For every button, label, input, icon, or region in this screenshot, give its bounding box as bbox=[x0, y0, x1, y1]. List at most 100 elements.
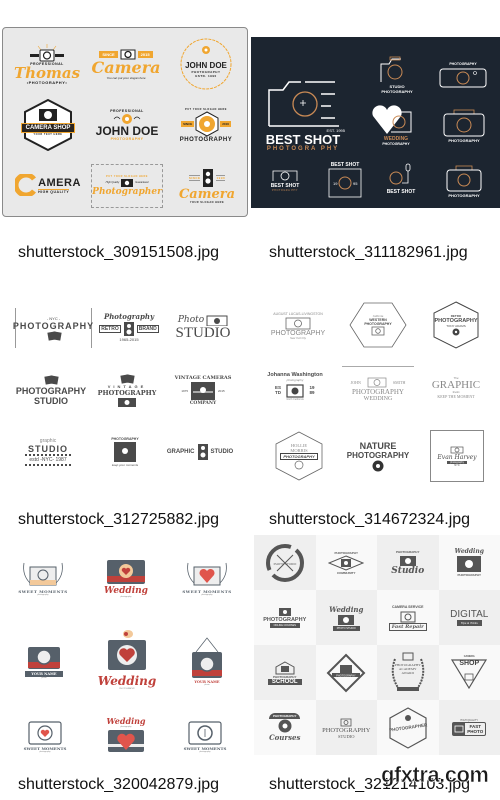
camera-heart-icon bbox=[187, 562, 227, 585]
aperture-icon bbox=[195, 110, 219, 137]
logo-tile: PHOTOGRAPHY ACADEMY AWARD bbox=[377, 645, 439, 700]
camera-heart-icon bbox=[338, 614, 355, 625]
round-badge-icon: PHOTO STUDIO bbox=[265, 543, 304, 582]
instant-camera-icon bbox=[114, 442, 136, 462]
logo-best-shot-large: EST. 1995 BEST SHOT PHOTOGRA PHY bbox=[255, 59, 351, 169]
logo-camera-high-quality: AMERA HIGH QUALITY bbox=[11, 158, 85, 212]
aperture-icon bbox=[452, 328, 460, 336]
thumbnail-321214103[interactable]: PHOTO STUDIO PHOTOGRAPHY COMMUNITY PHOTOG… bbox=[254, 535, 500, 755]
camera-icon bbox=[286, 383, 304, 398]
camera-icon bbox=[399, 555, 416, 566]
logo-tile: HIGH QUALITY FAST PHOTO bbox=[438, 700, 500, 755]
logo-your-name-hanging: YOUR NAME photo bbox=[178, 627, 236, 695]
thumbnail-caption[interactable]: shutterstock_311182961.jpg bbox=[269, 244, 468, 262]
logo-graphic-studio: GRAPHIC STUDIO bbox=[164, 434, 236, 470]
camera-icon bbox=[285, 317, 311, 330]
camera-outline-icon bbox=[443, 109, 485, 136]
logo-john-doe-round: JOHN DOE PHOTOGRAPHY ESTD. 1990 bbox=[175, 34, 237, 94]
logo-the-graphic: The GRAPHIC Studio KEEP THE MOMENT bbox=[431, 375, 481, 399]
thumbnail-320042879[interactable]: SWEET MOMENTS photography Wedding photog… bbox=[0, 535, 250, 760]
logo-tile: DIGITAL Tips & Tricks bbox=[438, 590, 500, 645]
thumbnail-314672324[interactable]: AUGUST LUCAS-LIVINGSTON PHOTOGRAPHY New … bbox=[250, 290, 500, 505]
camera-outline-icon bbox=[439, 68, 487, 88]
camera-icon bbox=[30, 43, 64, 61]
camera-heart-icon bbox=[457, 556, 482, 572]
thumbnail-caption[interactable]: shutterstock_320042879.jpg bbox=[18, 776, 219, 794]
camera-outline-icon bbox=[340, 718, 352, 726]
logo-tile: PHOTOGRAPHY bbox=[315, 645, 377, 700]
logo-tile: Wedding PHOTO STUDIO bbox=[315, 590, 377, 645]
diamond-camera-icon bbox=[328, 554, 365, 571]
photos-icon bbox=[120, 373, 135, 384]
logo-evan-harvey: Evan Harvey photography NYC bbox=[430, 430, 484, 482]
year-right: 95 bbox=[353, 181, 358, 186]
camera-icon bbox=[275, 660, 295, 674]
instant-camera-icon bbox=[191, 381, 215, 400]
logo-photography-hexagon: PUT YOUR SLOGAN HERE SINCE 2016 PHOTOGRA… bbox=[179, 107, 233, 143]
logo-photography-studio: PHOTOGRAPHY STUDIO bbox=[15, 366, 87, 414]
twin-lens-camera-icon bbox=[197, 444, 208, 460]
camera-icon bbox=[278, 608, 291, 616]
camera-wreath-icon bbox=[23, 562, 63, 585]
logo-graphic-studio-film: graphic STUDIO estd -NYC- 1987 bbox=[12, 430, 84, 474]
logo-sweet-moments-wreath: SWEET MOMENTS photography bbox=[12, 549, 74, 605]
aperture-icon bbox=[372, 460, 384, 472]
logo-nyc-photography: - NYC - PHOTOGRAPHY bbox=[13, 308, 93, 348]
camera-heart-icon bbox=[108, 730, 144, 752]
logo-studio-photography: STUDIO PHOTOGRAPHY bbox=[373, 51, 421, 99]
badge-text: PHOTOGRAPHY bbox=[337, 674, 357, 677]
aperture-c-icon bbox=[15, 174, 37, 196]
logo-johanna-washington: Johanna Washington photography ES TD 19 … bbox=[267, 371, 323, 401]
logo-photography-wide: PHOTOGRAPHY bbox=[431, 51, 495, 99]
camera-outline-icon bbox=[400, 611, 416, 622]
thumbnail-caption[interactable]: shutterstock_309151508.jpg bbox=[18, 244, 219, 262]
logo-your-name-ribbon: YOUR NAME photo bbox=[14, 631, 74, 691]
logo-tile: PHOTOGRAPHY Studio bbox=[377, 535, 439, 590]
twin-lens-camera-icon bbox=[123, 322, 134, 336]
logo-hollie-morris: HOLLIE MORRIS PHOTOGRAPHY bbox=[272, 430, 326, 482]
camera-icon bbox=[453, 723, 466, 735]
thumbnail-caption[interactable]: shutterstock_312725882.jpg bbox=[18, 511, 219, 529]
camera-icon bbox=[450, 446, 464, 453]
camera-icon bbox=[121, 179, 134, 187]
logo-camera-shop: CAMERA SHOP YOUR TEXT HERE bbox=[11, 96, 85, 154]
year-left: 19 bbox=[333, 181, 338, 186]
logo-wedding-bird: Wedding PHOTOGRAPHY bbox=[94, 619, 160, 699]
aperture-icon bbox=[278, 719, 292, 733]
camera-frame-icon: 19 95 bbox=[328, 168, 362, 198]
logo-tile: PHOTOGRAPHY Courses bbox=[254, 700, 316, 755]
logo-tile: PHOTOGRAPHY SCHOOL bbox=[254, 645, 316, 700]
logo-retro-brand: Photography RETRO BRAND 1965-2015 bbox=[99, 312, 159, 342]
heart-camera-icon bbox=[372, 105, 412, 134]
thumbnail-311182961[interactable]: EST. 1995 BEST SHOT PHOTOGRA PHY STUDIO … bbox=[251, 37, 500, 208]
bird-camera-heart-icon bbox=[108, 630, 146, 670]
logo-sweet-moments-heart: SWEET MOMENTS photography bbox=[176, 549, 238, 605]
logo-tony-adams: RETRO PHOTOGRAPHY TONY ADAMS bbox=[430, 300, 482, 350]
camera-outline-icon bbox=[268, 81, 339, 127]
logo-sweet-moments-lens: SWEET MOMENTS photography bbox=[180, 711, 230, 759]
logo-tile: PHOTOGRAPHY ONLINE COURSES bbox=[254, 590, 316, 645]
camera-outline-icon bbox=[389, 163, 411, 185]
logo-nature-photography: NATURE PHOTOGRAPHY bbox=[340, 434, 416, 480]
diamond-badge-icon: PHOTOGRAPHY bbox=[326, 653, 366, 692]
twin-lens-camera-icon bbox=[203, 169, 214, 187]
camera-outline-icon bbox=[446, 165, 482, 191]
thumbnail-309151508[interactable]: PROFESSIONAL Thomas •PHOTOGRAPHY• SINCE … bbox=[2, 27, 248, 217]
camera-icon bbox=[371, 326, 385, 335]
camera-heart-icon bbox=[107, 560, 145, 584]
camera-icon bbox=[367, 377, 387, 388]
logo-photography-camera: PHOTOGRAPHY bbox=[433, 155, 495, 205]
logo-thomas: PROFESSIONAL Thomas •PHOTOGRAPHY• bbox=[11, 36, 83, 92]
camera-outline-icon bbox=[380, 56, 403, 82]
logo-tile: PHOTOGRAPHY COMMUNITY bbox=[315, 535, 377, 590]
thumbnail-caption[interactable]: shutterstock_314672324.jpg bbox=[269, 511, 470, 529]
logo-sweet-moments-outline: SWEET MOMENTS photography bbox=[22, 711, 68, 759]
thumbnail-312725882[interactable]: - NYC - PHOTOGRAPHY Photography RETRO BR… bbox=[0, 290, 250, 505]
logo-photography-box: PHOTOGRAPHY bbox=[433, 101, 495, 149]
logo-vintage-cameras: VINTAGE CAMERAS 1975 2015 COMPANY bbox=[174, 374, 232, 406]
logo-best-shot-flash: BEST SHOT bbox=[375, 155, 427, 203]
camera-icon bbox=[28, 647, 60, 669]
logo-western-photography: California WESTERN PHOTOGRAPHY bbox=[348, 302, 408, 348]
logo-wedding-top: Wedding photography bbox=[98, 709, 154, 760]
logo-tile: PHOTOGRAPHY STUDIO bbox=[315, 700, 377, 755]
